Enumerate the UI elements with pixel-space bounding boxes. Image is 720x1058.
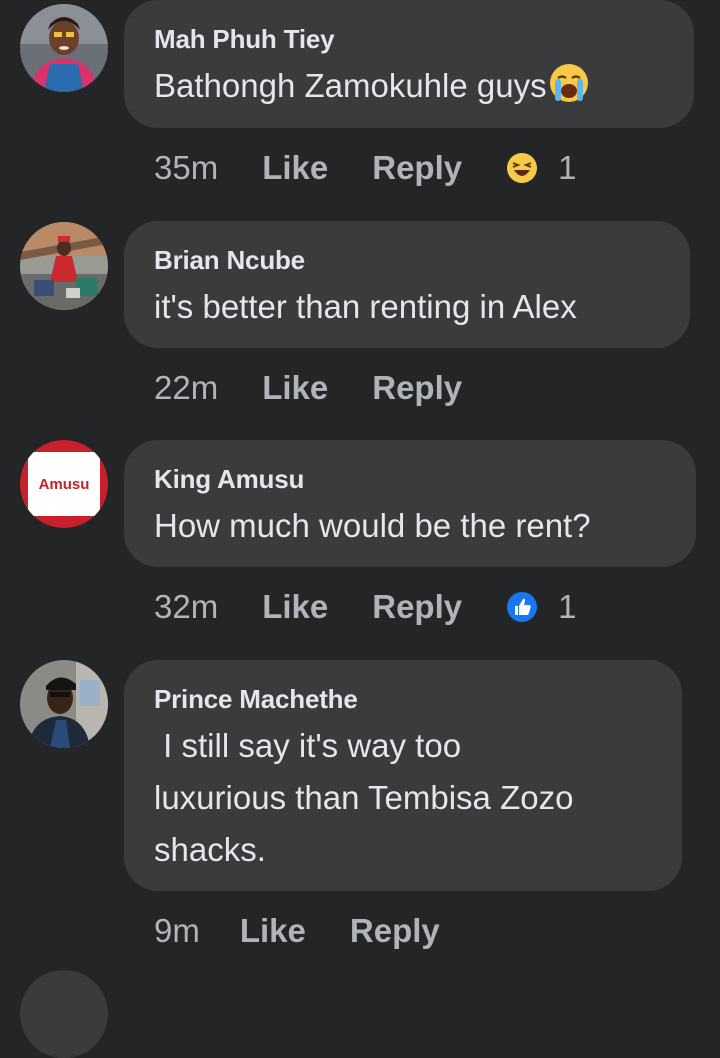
avatar[interactable]: [20, 222, 108, 310]
comment-bubble: Brian Ncube it's better than renting in …: [124, 221, 690, 348]
laughing-face-icon: [506, 152, 538, 184]
comment-text: it's better than renting in Alex: [154, 288, 577, 325]
comment-actions: 32m Like Reply 1: [154, 585, 576, 629]
comment-actions: 22m Like Reply: [154, 366, 506, 410]
comment-text: Bathongh Zamokuhle guys: [154, 60, 664, 112]
avatar[interactable]: [20, 660, 108, 748]
comment-actions: 35m Like Reply 1: [154, 146, 576, 190]
reaction-count: 1: [558, 588, 577, 625]
comment-text: I still say it's way too luxurious than T…: [154, 727, 574, 868]
reaction-count: 1: [558, 149, 577, 186]
like-button[interactable]: Like: [240, 912, 306, 950]
next-comment-avatar[interactable]: [20, 970, 108, 1058]
reaction-summary[interactable]: 1: [506, 149, 576, 187]
avatar[interactable]: [20, 4, 108, 92]
reply-button[interactable]: Reply: [372, 149, 462, 187]
reply-button[interactable]: Reply: [350, 912, 440, 950]
comment-timestamp[interactable]: 9m: [154, 912, 200, 950]
comment-bubble: Mah Phuh Tiey Bathongh Zamokuhle guys: [124, 0, 694, 128]
comment-author[interactable]: King Amusu: [154, 464, 666, 494]
like-button[interactable]: Like: [262, 369, 328, 407]
comment-timestamp[interactable]: 32m: [154, 588, 218, 626]
comment-timestamp[interactable]: 22m: [154, 369, 218, 407]
amusu-logo: Amusu: [28, 452, 100, 516]
comment-timestamp[interactable]: 35m: [154, 149, 218, 187]
reply-button[interactable]: Reply: [372, 369, 462, 407]
comment-text: How much would be the rent?: [154, 507, 591, 544]
avatar[interactable]: Amusu: [20, 440, 108, 528]
like-button[interactable]: Like: [262, 149, 328, 187]
comment-author[interactable]: Prince Machethe: [154, 684, 652, 714]
crying-face-emoji-icon: [547, 61, 591, 105]
comment-author[interactable]: Brian Ncube: [154, 245, 660, 275]
comment-bubble: King Amusu How much would be the rent?: [124, 440, 696, 567]
reply-button[interactable]: Reply: [372, 588, 462, 626]
amusu-logo-text: Amusu: [38, 475, 90, 493]
like-button[interactable]: Like: [262, 588, 328, 626]
reaction-summary[interactable]: 1: [506, 588, 576, 626]
comment-actions: 9m Like Reply: [154, 909, 484, 953]
like-thumb-icon: [506, 591, 538, 623]
comment-author[interactable]: Mah Phuh Tiey: [154, 24, 664, 54]
comment-bubble: Prince Machethe I still say it's way too…: [124, 660, 682, 891]
